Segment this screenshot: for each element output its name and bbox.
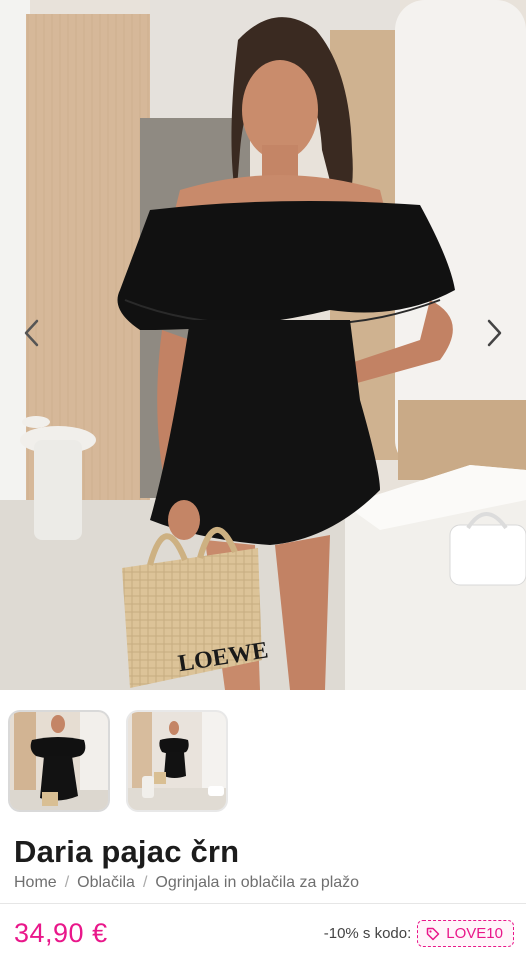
product-hero-image[interactable]: LOEWE (0, 0, 526, 690)
hero-photo: LOEWE (0, 0, 526, 690)
promo-code-badge[interactable]: LOVE10 (417, 920, 514, 947)
promo-discount: -10% s kodo: LOVE10 (324, 920, 514, 947)
breadcrumb-oblacila[interactable]: Oblačila (77, 874, 135, 892)
thumbnail-image-2 (128, 712, 226, 810)
tag-icon (427, 927, 440, 940)
gallery-next-button[interactable] (478, 316, 512, 350)
chevron-left-icon (24, 319, 39, 347)
thumbnail-image-1 (10, 712, 108, 810)
thumbnail-2[interactable] (126, 710, 228, 812)
promo-text: -10% s kodo: (323, 925, 412, 942)
chevron-right-icon (487, 319, 502, 347)
breadcrumb-beachwear[interactable]: Ogrinjala in oblačila za plažo (155, 874, 359, 892)
breadcrumb-separator: / (142, 874, 148, 891)
promo-code: LOVE10 (446, 925, 503, 942)
gallery-prev-button[interactable] (14, 316, 48, 350)
product-title: Daria pajac črn (14, 834, 240, 869)
breadcrumb-home[interactable]: Home (14, 874, 57, 892)
product-price: 34,90 € (14, 918, 108, 948)
breadcrumb: Home / Oblačila / Ogrinjala in oblačila … (14, 874, 359, 892)
thumbnail-strip (8, 710, 228, 812)
divider (0, 903, 526, 904)
thumbnail-1[interactable] (8, 710, 110, 812)
breadcrumb-separator: / (64, 874, 70, 891)
